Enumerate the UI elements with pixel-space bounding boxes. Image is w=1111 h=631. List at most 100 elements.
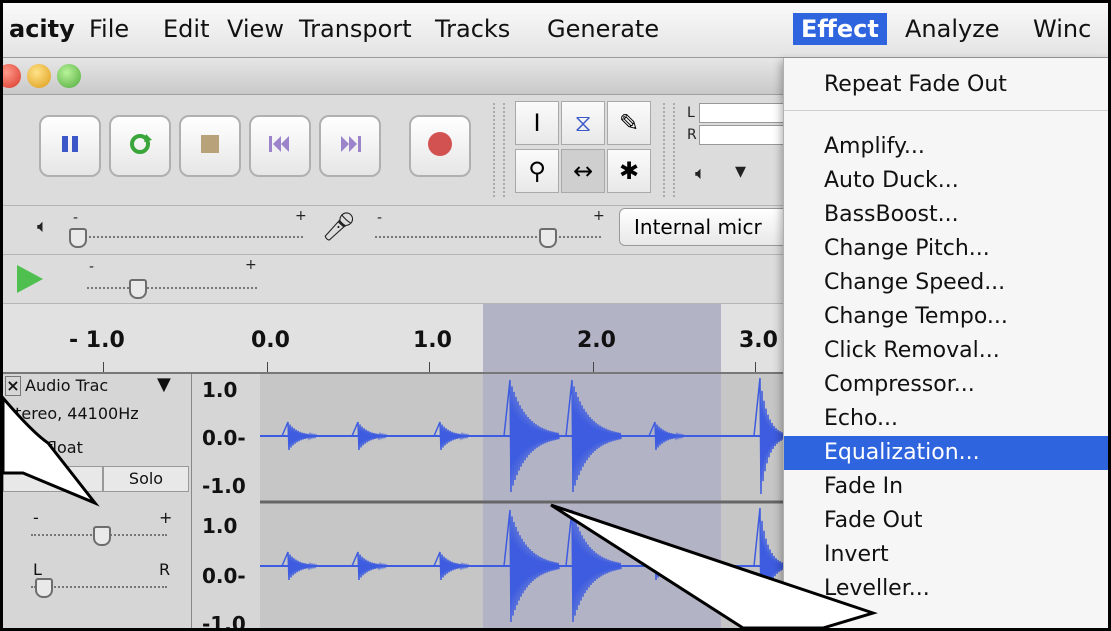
- solo-button[interactable]: Solo: [103, 466, 189, 492]
- scale-label: 1.0: [202, 514, 238, 538]
- stop-button[interactable]: [179, 115, 241, 177]
- meter-grip[interactable]: [663, 103, 675, 197]
- menu-item-click-removal[interactable]: Click Removal...: [784, 334, 1108, 368]
- track-bit-depth: 2-bit float: [5, 438, 83, 457]
- menu-item-label: Invert: [824, 542, 889, 567]
- menu-item-compressor[interactable]: Compressor...: [784, 368, 1108, 402]
- menu-item-leveller[interactable]: Leveller...: [784, 572, 1108, 606]
- menu-item-fade-in[interactable]: Fade In: [784, 470, 1108, 504]
- menu-item-label: Equalization...: [824, 440, 980, 465]
- output-volume-slider[interactable]: [73, 236, 303, 238]
- ruler-tick: [267, 362, 268, 372]
- multi-tool-button[interactable]: ✱: [607, 149, 651, 193]
- multi-tool-icon: ✱: [618, 157, 640, 185]
- skip-forward-icon: [321, 129, 379, 165]
- play-at-speed-toolbar: - +: [3, 255, 783, 304]
- ruler-tick-label: - 1.0: [69, 328, 125, 353]
- slider-minus-mark: -: [89, 259, 95, 275]
- menu-view[interactable]: View: [227, 15, 284, 43]
- meter-left-label: L: [687, 105, 695, 121]
- playback-speed-slider[interactable]: [87, 287, 257, 289]
- amplitude-scale: 1.0 0.0- -1.0 1.0 0.0- -1.0: [192, 374, 260, 631]
- mute-button[interactable]: te: [3, 466, 103, 492]
- toolbar-grip[interactable]: [493, 103, 505, 197]
- pause-button[interactable]: [39, 115, 101, 177]
- zoom-window-button[interactable]: [57, 64, 81, 88]
- menu-item-auto-duck[interactable]: Auto Duck...: [784, 164, 1108, 198]
- menu-item-change-speed[interactable]: Change Speed...: [784, 266, 1108, 300]
- scale-label: 1.0: [202, 378, 238, 402]
- ruler-tick: [593, 362, 594, 372]
- menu-tracks[interactable]: Tracks: [435, 15, 510, 43]
- close-window-button[interactable]: [3, 64, 21, 88]
- menu-item-label: Amplify...: [824, 134, 925, 159]
- menu-item-label: Change Speed...: [824, 270, 1006, 295]
- envelope-icon: ⧖: [574, 109, 592, 137]
- transport-toolbar: Ⅰ ⧖ ✎ ⚲ ↔ ✱ L R 🔈︎ ▾: [3, 95, 785, 206]
- menu-item-change-pitch[interactable]: Change Pitch...: [784, 232, 1108, 266]
- speaker-meter-icon: 🔈︎: [695, 163, 706, 184]
- track-menu-arrow-icon[interactable]: ▼: [157, 374, 171, 395]
- slider-minus-mark: -: [377, 210, 383, 226]
- skip-to-start-button[interactable]: [249, 115, 311, 177]
- menu-item-label: Fade Out: [824, 508, 923, 533]
- menu-analyze[interactable]: Analyze: [905, 15, 1000, 43]
- input-device-select[interactable]: Internal micr: [619, 208, 805, 246]
- menu-item-bassboost[interactable]: BassBoost...: [784, 198, 1108, 232]
- slider-plus-mark: +: [295, 208, 307, 224]
- slider-minus-mark: -: [73, 210, 79, 226]
- track-control-panel: × Audio Trac ▼ Stereo, 44100Hz 2-bit flo…: [3, 374, 192, 628]
- menu-item-label: Click Removal...: [824, 338, 1000, 363]
- meter-menu-arrow-icon[interactable]: ▾: [735, 159, 746, 184]
- window-title-bar: [3, 58, 783, 95]
- scale-label: 0.0-: [202, 426, 246, 450]
- record-button[interactable]: [409, 115, 471, 177]
- menu-item-label: Change Tempo...: [824, 304, 1008, 329]
- pan-slider-thumb[interactable]: [35, 578, 53, 598]
- menu-item-echo[interactable]: Echo...: [784, 402, 1108, 436]
- time-shift-icon: ↔: [572, 157, 594, 185]
- menu-item-change-tempo[interactable]: Change Tempo...: [784, 300, 1108, 334]
- menu-edit[interactable]: Edit: [163, 15, 209, 43]
- gain-slider-thumb[interactable]: [93, 526, 111, 546]
- menu-item-repeat-fade-out[interactable]: Repeat Fade Out: [784, 68, 1108, 102]
- menu-app-audacity[interactable]: acity: [9, 15, 75, 43]
- playback-speed-thumb[interactable]: [129, 279, 147, 299]
- scale-label: -1.0: [202, 612, 246, 631]
- input-volume-thumb[interactable]: [539, 228, 557, 248]
- menu-transport[interactable]: Transport: [299, 15, 412, 43]
- menu-item-invert[interactable]: Invert: [784, 538, 1108, 572]
- menu-item-equalization[interactable]: Equalization...: [784, 436, 1108, 470]
- play-icon: [17, 265, 43, 293]
- ruler-tick-label: 2.0: [577, 328, 616, 353]
- time-shift-tool-button[interactable]: ↔: [561, 149, 605, 193]
- zoom-tool-button[interactable]: ⚲: [515, 149, 559, 193]
- menu-item-amplify[interactable]: Amplify...: [784, 130, 1108, 164]
- menu-file[interactable]: File: [89, 15, 129, 43]
- output-volume-thumb[interactable]: [69, 228, 87, 248]
- track-name-menu[interactable]: Audio Trac: [25, 376, 108, 395]
- play-at-speed-button[interactable]: [15, 263, 45, 299]
- menu-effect[interactable]: Effect: [793, 13, 887, 45]
- pause-icon: [41, 129, 99, 165]
- selection-tool-button[interactable]: Ⅰ: [515, 101, 559, 145]
- menu-generate[interactable]: Generate: [547, 15, 659, 43]
- effect-dropdown-menu: Repeat Fade Out Amplify... Auto Duck... …: [783, 58, 1108, 628]
- close-track-button[interactable]: ×: [5, 376, 21, 396]
- meter-right-bar[interactable]: [699, 125, 785, 145]
- meter-left-bar[interactable]: [699, 103, 785, 123]
- skip-to-end-button[interactable]: [319, 115, 381, 177]
- loop-play-button[interactable]: [109, 115, 171, 177]
- draw-tool-button[interactable]: ✎: [607, 101, 651, 145]
- menu-window[interactable]: Winc: [1033, 15, 1091, 43]
- menu-item-label: BassBoost...: [824, 202, 959, 227]
- slider-plus-mark: +: [593, 208, 605, 224]
- menu-item-label: Change Pitch...: [824, 236, 990, 261]
- menu-item-fade-out[interactable]: Fade Out: [784, 504, 1108, 538]
- waveform-area[interactable]: [260, 374, 786, 631]
- waveform-display[interactable]: [260, 374, 786, 631]
- minimize-window-button[interactable]: [27, 64, 51, 88]
- input-volume-slider[interactable]: [375, 236, 601, 238]
- timeline-ruler[interactable]: - 1.0 0.0 1.0 2.0 3.0: [3, 304, 783, 374]
- envelope-tool-button[interactable]: ⧖: [561, 101, 605, 145]
